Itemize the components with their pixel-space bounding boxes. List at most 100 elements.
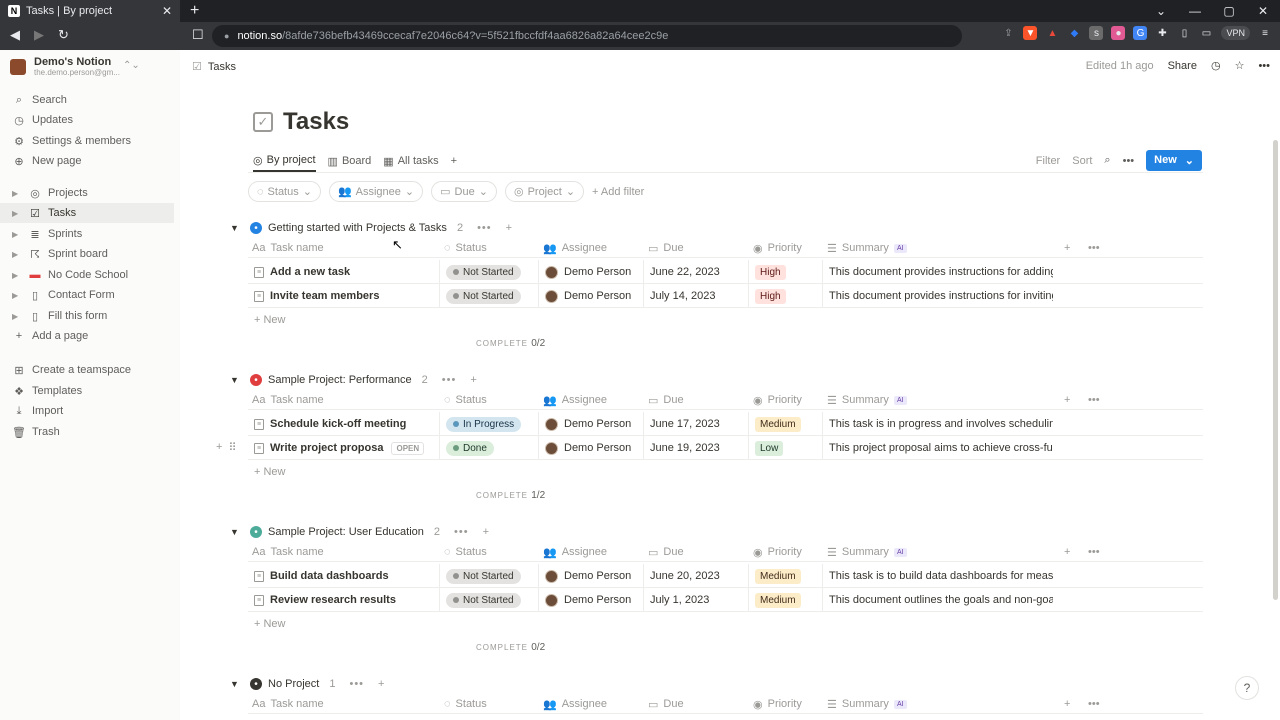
- sidebar-item-templates[interactable]: ❖ Templates: [0, 381, 174, 401]
- history-icon[interactable]: ◷: [1211, 59, 1221, 72]
- add-column-icon[interactable]: +: [1060, 542, 1070, 562]
- cell-due[interactable]: July 1, 2023: [644, 588, 749, 612]
- cell-task[interactable]: ≡ Add a new task: [248, 260, 440, 284]
- more-options-icon[interactable]: •••: [477, 222, 492, 234]
- puzzle-icon[interactable]: ✚: [1155, 26, 1169, 40]
- col-task-name[interactable]: Aa Task name: [248, 390, 324, 410]
- cell-summary[interactable]: This task is in progress and involves sc…: [823, 412, 1053, 436]
- col-summary[interactable]: ☰ Summary AI: [823, 238, 907, 258]
- expand-icon[interactable]: ▶: [12, 291, 22, 300]
- sidebar-item-no-code-school[interactable]: ▶ ▬ No Code School: [0, 265, 174, 285]
- sidebar-item-updates[interactable]: ◷ Updates: [0, 110, 174, 130]
- cell-summary[interactable]: This document outlines the goals and non…: [823, 588, 1053, 612]
- add-column-icon[interactable]: +: [1060, 390, 1070, 410]
- maximize-icon[interactable]: ▢: [1212, 0, 1246, 22]
- task-name[interactable]: Schedule kick-off meeting: [270, 418, 406, 430]
- menu-icon[interactable]: ≡: [1258, 26, 1272, 40]
- sidebar-item-trash[interactable]: 🗑 Trash: [0, 422, 174, 442]
- cell-status[interactable]: Not Started: [440, 260, 539, 284]
- chevron-down-icon[interactable]: ⌄: [1185, 154, 1194, 167]
- sidebar-item-fill-this-form[interactable]: ▶ ▯ Fill this form: [0, 306, 174, 326]
- sidebar-item-settings[interactable]: ⚙ Settings & members: [0, 131, 174, 151]
- more-options-icon[interactable]: •••: [1123, 155, 1135, 167]
- expand-icon[interactable]: ▶: [12, 250, 22, 259]
- more-options-icon[interactable]: •••: [442, 374, 457, 386]
- more-options-icon[interactable]: •••: [1084, 390, 1100, 410]
- help-button[interactable]: ?: [1235, 676, 1259, 700]
- workspace-switcher[interactable]: Demo's Notion the.demo.person@gm... ⌃⌄: [10, 56, 140, 77]
- share-page-icon[interactable]: ⇪: [1001, 26, 1015, 40]
- drag-handle-icon[interactable]: ⠿: [228, 441, 236, 454]
- col-task-name[interactable]: Aa Task name: [248, 238, 324, 258]
- add-filter-button[interactable]: + Add filter: [592, 186, 644, 198]
- expand-icon[interactable]: ▶: [12, 312, 22, 321]
- add-row-icon[interactable]: +: [216, 441, 222, 454]
- collapse-toggle-icon[interactable]: ▼: [230, 223, 244, 233]
- browser-tab[interactable]: N Tasks | By project ✕: [0, 0, 180, 22]
- wallet-icon[interactable]: ▭: [1199, 26, 1213, 40]
- cell-status[interactable]: Not Started: [440, 588, 539, 612]
- sidebar-item-sprint-board[interactable]: ▶ ☈ Sprint board: [0, 244, 174, 264]
- table-row[interactable]: ≡ Build data dashboards Not Started Demo …: [248, 564, 1203, 588]
- sidebar-toggle-icon[interactable]: ▯: [1177, 26, 1191, 40]
- new-button[interactable]: New ⌄: [1146, 150, 1202, 171]
- cell-due[interactable]: June 17, 2023: [644, 412, 749, 436]
- close-tab-icon[interactable]: ✕: [162, 4, 172, 18]
- col-assignee[interactable]: 👥 Assignee: [539, 542, 607, 562]
- cell-assignee[interactable]: Demo Person: [539, 412, 644, 436]
- open-button[interactable]: OPEN: [391, 441, 425, 455]
- sidebar-item-tasks[interactable]: ▶ ☑ Tasks: [0, 203, 174, 223]
- add-view-icon[interactable]: +: [451, 150, 457, 172]
- more-options-icon[interactable]: •••: [1258, 60, 1270, 72]
- sort-button[interactable]: Sort: [1072, 155, 1092, 167]
- switch-chevron-icon[interactable]: ⌃⌄: [123, 60, 140, 71]
- brave-shield-icon[interactable]: ▼: [1023, 26, 1038, 40]
- new-tab-icon[interactable]: +: [190, 2, 199, 20]
- share-button[interactable]: Share: [1168, 60, 1197, 72]
- filter-button[interactable]: Filter: [1036, 155, 1060, 167]
- complete-summary[interactable]: COMPLETE 1/2: [476, 490, 545, 501]
- add-row-icon[interactable]: +: [378, 678, 385, 690]
- sidebar-item-import[interactable]: ⤓ Import: [0, 401, 174, 421]
- col-priority[interactable]: ◉ Priority: [749, 390, 802, 410]
- col-due[interactable]: ▭ Due: [644, 238, 684, 258]
- cell-assignee[interactable]: Demo Person: [539, 564, 644, 588]
- new-row-button[interactable]: + New: [254, 618, 286, 630]
- cell-task[interactable]: ≡ Review research results: [248, 588, 440, 612]
- group-name[interactable]: Getting started with Projects & Tasks: [268, 222, 447, 234]
- col-summary[interactable]: ☰ Summary AI: [823, 390, 907, 410]
- search-icon[interactable]: ⌕: [1104, 154, 1110, 167]
- cell-task[interactable]: ≡ Schedule kick-off meeting: [248, 412, 440, 436]
- cell-task[interactable]: ≡ Build data dashboards: [248, 564, 440, 588]
- sidebar-item-create-teamspace[interactable]: ⊞ Create a teamspace: [0, 360, 174, 380]
- cell-assignee[interactable]: Demo Person: [539, 284, 644, 308]
- col-status[interactable]: ◌ Status: [440, 238, 487, 258]
- cell-assignee[interactable]: Demo Person: [539, 260, 644, 284]
- col-assignee[interactable]: 👥 Assignee: [539, 694, 607, 714]
- cell-status[interactable]: Not Started: [440, 284, 539, 308]
- vpn-button[interactable]: VPN: [1221, 26, 1250, 40]
- cell-priority[interactable]: Medium: [749, 412, 823, 436]
- cell-due[interactable]: June 19, 2023: [644, 436, 749, 460]
- minimize-icon[interactable]: —: [1178, 0, 1212, 22]
- reload-icon[interactable]: ↻: [58, 27, 69, 43]
- col-priority[interactable]: ◉ Priority: [749, 694, 802, 714]
- cell-priority[interactable]: Low: [749, 436, 823, 460]
- col-status[interactable]: ◌ Status: [440, 542, 487, 562]
- cell-summary[interactable]: This document provides instructions for …: [823, 260, 1053, 284]
- col-assignee[interactable]: 👥 Assignee: [539, 238, 607, 258]
- cell-priority[interactable]: High: [749, 284, 823, 308]
- add-row-icon[interactable]: +: [483, 526, 490, 538]
- bookmark-icon[interactable]: ☐: [192, 27, 204, 43]
- table-row[interactable]: ≡ Invite team members Not Started Demo Pe…: [248, 284, 1203, 308]
- expand-icon[interactable]: ▶: [12, 189, 22, 198]
- task-name[interactable]: Review research results: [270, 594, 396, 606]
- translate-icon[interactable]: G: [1133, 26, 1148, 40]
- filter-chip-status[interactable]: ◌ Status ⌄: [248, 181, 321, 202]
- cell-summary[interactable]: This document provides instructions for …: [823, 284, 1053, 308]
- add-row-icon[interactable]: +: [470, 374, 477, 386]
- forward-icon[interactable]: ▶: [34, 27, 44, 43]
- col-summary[interactable]: ☰ Summary AI: [823, 694, 907, 714]
- sidebar-item-search[interactable]: ⌕ Search: [0, 90, 174, 110]
- extension-icon[interactable]: ●: [1111, 26, 1126, 40]
